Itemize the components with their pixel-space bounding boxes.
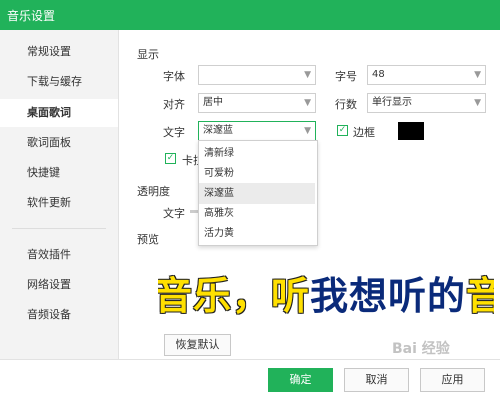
restore-default-button[interactable]: 恢复默认 xyxy=(164,334,231,356)
preview-section-label: 预览 xyxy=(137,233,159,246)
lyric-trailing-part: 音 xyxy=(466,274,494,318)
align-label: 对齐 xyxy=(163,98,185,111)
font-size-label: 字号 xyxy=(335,70,357,83)
align-select[interactable]: 居中 ▼ xyxy=(198,93,316,113)
sidebar-item-network[interactable]: 网络设置 xyxy=(0,271,118,299)
lyrics-preview: 音乐，听我想听的音 xyxy=(158,251,494,325)
lyric-unsung-part: 我想听的 xyxy=(310,274,467,318)
sidebar-item-shortcuts[interactable]: 快捷键 xyxy=(0,159,118,187)
dropdown-option[interactable]: 活力黄 xyxy=(199,223,315,244)
karaoke-checkbox[interactable]: ✓ xyxy=(165,153,176,164)
opacity-text-label: 文字 xyxy=(163,207,185,220)
text-color-label: 文字 xyxy=(163,126,185,139)
opacity-section-label: 透明度 xyxy=(137,185,170,198)
dropdown-option-selected[interactable]: 深邃蓝 xyxy=(199,183,315,204)
dropdown-option[interactable]: 高雅灰 xyxy=(199,203,315,224)
lines-label: 行数 xyxy=(335,98,357,111)
text-color-dropdown: 清新绿 可爱粉 深邃蓝 高雅灰 活力黄 xyxy=(198,140,318,246)
sidebar-item-lyrics-panel[interactable]: 歌词面板 xyxy=(0,129,118,157)
lyric-sung-part: 音乐，听 xyxy=(158,274,311,318)
display-section-label: 显示 xyxy=(137,48,159,61)
border-label: 边框 xyxy=(353,126,375,139)
checkmark-icon: ✓ xyxy=(166,153,175,163)
text-color-value: 深邃蓝 xyxy=(203,125,233,136)
window-title: 音乐设置 xyxy=(7,9,56,23)
font-label: 字体 xyxy=(163,70,185,83)
chevron-down-icon: ▼ xyxy=(304,126,311,136)
border-checkbox[interactable]: ✓ xyxy=(337,125,348,136)
ok-button[interactable]: 确定 xyxy=(268,368,333,392)
font-select[interactable]: ▼ xyxy=(198,65,316,85)
sidebar-item-desktop-lyrics[interactable]: 桌面歌词 xyxy=(0,99,118,127)
font-size-value: 48 xyxy=(372,69,385,80)
settings-sidebar: 常规设置 下载与缓存 桌面歌词 歌词面板 快捷键 软件更新 音效插件 网络设置 … xyxy=(0,30,119,359)
sidebar-item-general[interactable]: 常规设置 xyxy=(0,38,118,66)
lines-value: 单行显示 xyxy=(372,97,412,108)
dropdown-option[interactable]: 清新绿 xyxy=(199,143,315,164)
font-size-select[interactable]: 48 ▼ xyxy=(367,65,486,85)
chevron-down-icon: ▼ xyxy=(304,98,311,108)
watermark-text: Bai 经验 xyxy=(392,341,450,357)
title-bar: 音乐设置 xyxy=(0,0,500,30)
chevron-down-icon: ▼ xyxy=(474,98,481,108)
sidebar-divider xyxy=(12,228,106,229)
sidebar-item-download-cache[interactable]: 下载与缓存 xyxy=(0,68,118,96)
chevron-down-icon: ▼ xyxy=(304,70,311,80)
sidebar-item-audio-device[interactable]: 音频设备 xyxy=(0,301,118,329)
preview-lyric-text: 音乐，听我想听的音 xyxy=(158,265,494,320)
sidebar-item-audio-plugins[interactable]: 音效插件 xyxy=(0,241,118,269)
text-color-select[interactable]: 深邃蓝 ▼ xyxy=(198,121,316,141)
dropdown-option[interactable]: 可爱粉 xyxy=(199,163,315,184)
cancel-button[interactable]: 取消 xyxy=(344,368,409,392)
border-color-swatch[interactable] xyxy=(398,122,424,140)
apply-button[interactable]: 应用 xyxy=(420,368,485,392)
align-value: 居中 xyxy=(203,97,223,108)
sidebar-item-software-update[interactable]: 软件更新 xyxy=(0,189,118,217)
checkmark-icon: ✓ xyxy=(338,125,347,135)
chevron-down-icon: ▼ xyxy=(474,70,481,80)
watermark-logo: Bai 经验 xyxy=(392,338,450,358)
lines-select[interactable]: 单行显示 ▼ xyxy=(367,93,486,113)
